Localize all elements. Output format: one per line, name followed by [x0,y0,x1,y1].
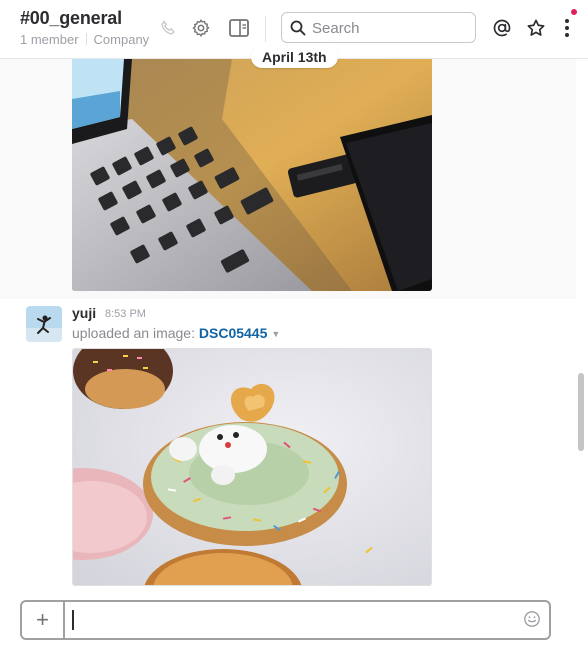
channel-meta: 1 member Company [20,32,149,47]
uploaded-image-donut[interactable] [72,348,432,586]
message-composer[interactable]: + [20,600,551,640]
search-input[interactable] [312,18,462,38]
at-mention-icon[interactable] [491,17,513,39]
member-count[interactable]: 1 member [20,32,79,47]
channel-name[interactable]: #00_general [20,8,122,29]
sidebar-toggle-icon[interactable] [228,17,250,39]
notification-dot [571,9,577,15]
avatar[interactable] [26,306,62,342]
search-icon [290,20,306,41]
star-icon[interactable] [525,17,547,39]
uploaded-image-laptop[interactable] [72,59,432,291]
file-name-link[interactable]: DSC05445 [199,325,268,341]
emoji-icon[interactable] [523,610,543,630]
phone-icon[interactable] [157,17,179,39]
message-timestamp[interactable]: 8:53 PM [105,308,146,320]
message-author[interactable]: yuji [72,305,96,321]
add-attachment-button[interactable]: + [22,602,65,638]
gear-icon[interactable] [190,17,212,39]
more-vertical-icon[interactable] [556,17,578,39]
text-cursor [72,610,74,630]
upload-action-text: uploaded an image: [72,325,195,341]
meta-divider [85,33,87,45]
upload-description: uploaded an image: DSC05445 ▼ [72,325,280,341]
header-divider [265,16,266,42]
search-box[interactable] [281,12,476,43]
chevron-down-icon[interactable]: ▼ [271,329,280,339]
scrollbar-thumb[interactable] [578,373,584,451]
scrollbar-track[interactable] [576,59,585,595]
date-divider[interactable]: April 13th [251,46,338,68]
channel-topic[interactable]: Company [94,32,150,47]
message-input[interactable] [72,609,512,631]
